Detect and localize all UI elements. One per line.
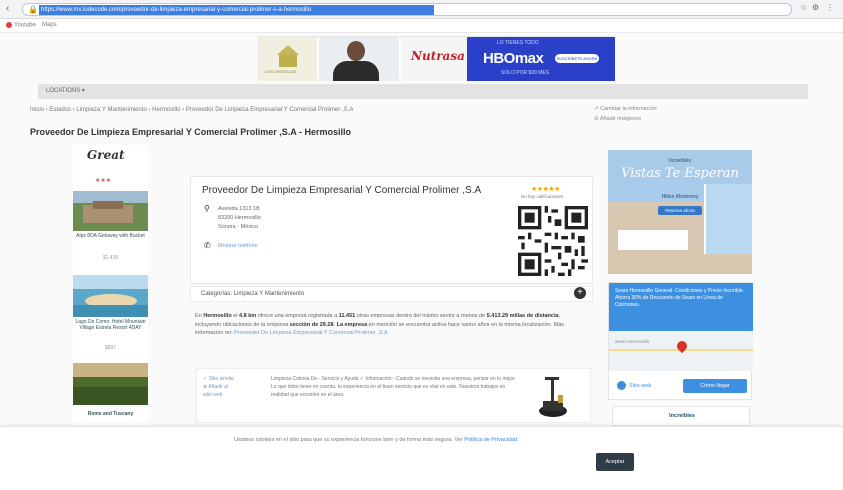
business-address: Avenida 1313 1B 83200 Hermosillo Sonora … <box>218 205 261 232</box>
category-row: Categorías: Limpieza Y Mantenimiento <box>190 286 593 302</box>
map-area[interactable]: Sears Hermosillo <box>609 331 753 371</box>
person-head <box>347 41 365 61</box>
similar-businesses-box: ✓ Sitio similar ⊕ Añadir al sitio web Li… <box>196 368 591 423</box>
ad-item-3-caption: Rome and Tuscany <box>87 411 134 417</box>
category-label: Categorías: <box>201 291 233 297</box>
map-directions-button[interactable]: Cómo llegar <box>683 379 747 393</box>
ad-person-image <box>319 37 399 81</box>
browser-toolbar: ‹ 🔒 https://www.mx.lodecode.com/proveedo… <box>0 0 843 19</box>
hbo-price: SOLO POR $99 MES <box>501 70 550 76</box>
business-more-info-link[interactable]: Proveedor De Limpieza Empresarial Y Come… <box>234 330 388 336</box>
rating-stars[interactable]: ★★★★★ <box>531 185 560 193</box>
hotel-ad-sub: Hilton Monterrey <box>661 194 699 200</box>
ad-item-1-image <box>73 191 148 231</box>
business-card: Proveedor De Limpieza Empresarial Y Come… <box>190 176 593 284</box>
hbo-logo: HBOmax <box>483 50 544 67</box>
phone-icon: ✆ <box>204 241 211 250</box>
similar-site-link[interactable]: ✓ Sitio similar <box>203 375 234 383</box>
floor-polisher-image <box>539 377 567 417</box>
cookie-banner: Usamos cookies en el sitio para que su e… <box>0 426 843 490</box>
hotel-book-button[interactable]: Reserva ahora <box>658 206 702 215</box>
hotel-ad-bed <box>618 230 688 250</box>
ad-item-3[interactable]: Rome and Tuscany <box>73 363 148 423</box>
hbo-tagline: LO TIENES TODO <box>497 40 539 46</box>
ad-brand-logo: Nutrasa <box>401 37 467 81</box>
ad-item-2-price: $897 <box>104 345 117 351</box>
add-site-link[interactable]: ⊕ Añadir al <box>203 383 234 391</box>
left-ad-stars: ★★★ <box>95 178 112 184</box>
bookmark-youtube[interactable]: Youtube <box>6 22 36 29</box>
hotel-ad-small: Increíbles <box>669 158 691 164</box>
youtube-icon <box>6 22 12 28</box>
side-links: ↗ Cambiar la información ⊘ Añadir imágen… <box>594 104 657 124</box>
show-phone-link[interactable]: Mostrar teléfono <box>218 243 258 249</box>
address-line-2: 83200 Hermosillo <box>218 215 261 221</box>
expand-plus-button[interactable]: + <box>574 287 586 299</box>
map-website-button[interactable]: Sitio web <box>617 379 675 393</box>
ad-house-label: LOS CRISTALES <box>265 69 297 74</box>
hbo-subscribe-button[interactable]: SUSCRÍBETE AHORA <box>555 54 599 63</box>
map-ad[interactable]: Sears Hermosillo General: Condiciones y … <box>608 282 753 400</box>
ad-item-3-image <box>73 363 148 405</box>
left-ad-column[interactable]: Great ★★★ Alps 8DA Getaway with Bucket $… <box>73 145 148 425</box>
url-text[interactable]: https://www.mx.lodecode.com/proveedor-de… <box>39 5 434 15</box>
business-name: Proveedor De Limpieza Empresarial Y Come… <box>202 185 482 196</box>
privacy-policy-link[interactable]: Política de Privacidad <box>464 437 517 443</box>
top-banner-ad[interactable]: LOS CRISTALES Nutrasa LO TIENES TODO HBO… <box>258 36 615 81</box>
rating-count: No hay calificaciones <box>521 194 564 199</box>
extensions-icon[interactable]: ⚙ <box>812 3 819 12</box>
qr-code <box>518 206 588 276</box>
bookmarks-bar: Youtube Maps <box>0 19 843 33</box>
bookmark-maps[interactable]: Maps <box>42 22 57 28</box>
ad-item-2[interactable]: Lago De Como: Hotel Mountain Village Est… <box>73 275 148 351</box>
add-images-link[interactable]: ⊘ Añadir imágenes <box>594 114 657 124</box>
business-description: En Hermosillo el 4.8 km ofrece una empre… <box>195 313 565 336</box>
back-icon[interactable]: ‹ <box>6 3 9 14</box>
star-icon[interactable]: ☆ <box>800 3 807 12</box>
website-link[interactable]: sitio web <box>203 391 234 399</box>
location-pin-icon: ⚲ <box>204 204 210 213</box>
map-label: Sears Hermosillo <box>615 339 650 344</box>
ad-item-1[interactable]: Alps 8DA Getaway with Bucket $1.415 <box>73 191 148 261</box>
breadcrumb[interactable]: Inicio › Estados › Limpieza Y Mantenimie… <box>30 107 353 113</box>
edit-info-link[interactable]: ↗ Cambiar la información <box>594 104 657 114</box>
page-title: Proveedor De Limpieza Empresarial Y Come… <box>30 127 351 137</box>
ad-item-2-image <box>73 275 148 317</box>
map-ad-header: Sears Hermosillo General: Condiciones y … <box>609 283 753 331</box>
address-line-1: Avenida 1313 1B <box>218 206 260 212</box>
person-body <box>333 61 379 81</box>
category-value[interactable]: Limpieza Y Mantenimiento <box>234 291 305 297</box>
cookie-text: Usamos cookies en el sitio para que su e… <box>234 437 518 443</box>
address-bar[interactable]: 🔒 https://www.mx.lodecode.com/proveedor-… <box>22 3 792 16</box>
ad-item-2-caption: Lago De Como: Hotel Mountain Village Est… <box>75 319 146 331</box>
hotel-ad-headline: Vistas Te Esperan <box>621 166 739 181</box>
hotel-ad[interactable]: Increíbles Vistas Te Esperan Hilton Mont… <box>608 150 752 274</box>
website-icon <box>617 381 626 391</box>
accept-cookies-button[interactable]: Aceptar <box>596 453 634 471</box>
menu-icon[interactable]: ⋮ <box>826 3 834 12</box>
house-roof-icon <box>277 45 299 55</box>
ad-item-1-price: $1.415 <box>102 255 119 261</box>
lock-icon: 🔒 <box>28 5 38 14</box>
category-bar[interactable]: LOCATIONS ▾ <box>38 84 808 99</box>
ad-house-panel: LOS CRISTALES <box>259 37 317 81</box>
address-line-3: Sonora - México <box>218 224 259 230</box>
ad-item-1-caption: Alps 8DA Getaway with Bucket <box>76 233 145 239</box>
hbo-ad-panel: LO TIENES TODO HBOmax SUSCRÍBETE AHORA S… <box>467 37 615 81</box>
great-logo: Great <box>87 148 125 162</box>
bottom-right-ad[interactable]: Increíbles <box>612 406 750 426</box>
house-body-icon <box>279 55 297 67</box>
similar-text: Limpieza Colonia De - Servicio y Ayuda ✓… <box>271 376 517 398</box>
